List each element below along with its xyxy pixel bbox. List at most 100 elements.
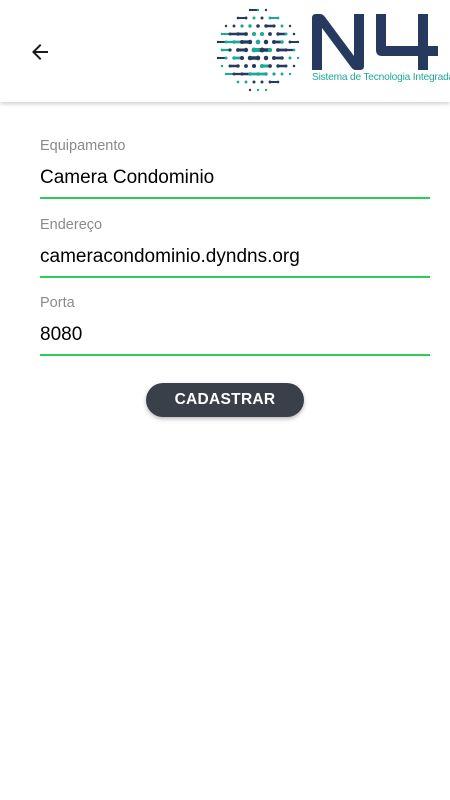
field-underline [40, 275, 430, 278]
logo-dot [232, 72, 236, 76]
logo-dot [272, 56, 276, 60]
field-underline [40, 197, 430, 199]
logo-dot [259, 63, 265, 69]
logo-dot [244, 16, 248, 20]
logo-dot [228, 32, 232, 36]
logo-dot [232, 40, 236, 44]
logo-dot [256, 24, 260, 28]
logo-dot [251, 47, 257, 53]
logo-dot [220, 48, 224, 52]
logo-dot [264, 8, 268, 12]
app-header: Sistema de Tecnologia Integrada [0, 0, 450, 102]
logo-dot [252, 16, 256, 20]
logo-dot [244, 64, 248, 68]
logo-dot [268, 64, 272, 68]
logo-dot [296, 40, 300, 44]
logo-dot [296, 56, 300, 60]
logo-dot [259, 47, 265, 53]
logo-dot [243, 47, 249, 53]
logo-dot [288, 56, 292, 60]
logo-dot [272, 72, 276, 76]
logo-dot [292, 64, 296, 68]
logo-dot [268, 32, 272, 36]
logo-dot [288, 40, 292, 44]
logo-dot [232, 56, 236, 60]
arrow-left-icon [32, 44, 48, 60]
logo-dot [256, 88, 260, 92]
field-label-endereco: Endereço [40, 216, 103, 233]
logo-dot [255, 39, 261, 45]
logo-dot [284, 32, 288, 36]
field-endereco: Endereço [40, 215, 430, 294]
logo-dot [251, 63, 257, 69]
logo-dot [276, 16, 280, 20]
logo-dot [236, 80, 240, 84]
cadastrar-button[interactable]: CADASTRAR [146, 383, 304, 417]
logo-dot [232, 24, 236, 28]
logo-dot [244, 80, 248, 84]
logo-dot [272, 24, 276, 28]
logo-tagline: Sistema de Tecnologia Integrada [312, 72, 450, 83]
porta-input[interactable] [40, 322, 430, 348]
logo-dot [264, 72, 268, 76]
logo-dot [280, 72, 284, 76]
equipamento-input[interactable] [40, 165, 430, 191]
logo-dot [224, 56, 228, 60]
logo-dot [268, 80, 272, 84]
logo-dot [240, 24, 244, 28]
logo-dot [224, 40, 228, 44]
logo-dot [259, 31, 265, 37]
logo-dot [240, 56, 244, 60]
logo-dot [228, 48, 232, 52]
logo-dot [264, 88, 268, 92]
logo-dot [240, 40, 244, 44]
logo-dot [260, 16, 264, 20]
logo-dot [216, 40, 220, 44]
logo-dot [256, 8, 260, 12]
logo-dot [236, 64, 240, 68]
logo-dot [220, 32, 224, 36]
logo-wordmark [312, 14, 438, 70]
logo-dot [292, 48, 296, 52]
logo-dot [247, 55, 253, 61]
logo-dot [267, 47, 273, 53]
logo-dot [280, 56, 284, 60]
logo-dot [251, 31, 257, 37]
logo-dot [248, 88, 252, 92]
logo-dot [288, 72, 292, 76]
field-label-equipamento: Equipamento [40, 138, 126, 154]
logo-dot [220, 64, 224, 68]
logo-dot [284, 64, 288, 68]
logo-dot [240, 72, 244, 76]
logo-dot [244, 32, 248, 36]
field-underline [40, 354, 430, 356]
logo-dot [288, 24, 292, 28]
logo-dot [276, 80, 280, 84]
logo-dot [256, 72, 260, 76]
logo-dot [292, 32, 296, 36]
logo-dot [255, 55, 261, 61]
logo-sphere-icon [216, 8, 300, 92]
logo-dot [252, 80, 256, 84]
logo-dot [224, 72, 228, 76]
logo-dot [248, 72, 252, 76]
logo-dot [276, 32, 280, 36]
field-equipamento: Equipamento [40, 136, 430, 215]
logo-dot [236, 16, 240, 20]
logo-dot [260, 80, 264, 84]
logo-dot [236, 32, 240, 36]
back-button[interactable] [20, 32, 60, 72]
logo-dot [276, 64, 280, 68]
logo-dot [228, 64, 232, 68]
logo-dot [284, 48, 288, 52]
endereco-input[interactable] [40, 243, 430, 270]
logo-dot [264, 24, 268, 28]
logo-dot [224, 24, 228, 28]
logo-dot [272, 40, 276, 44]
logo-dot [280, 24, 284, 28]
logo-dot [268, 16, 272, 20]
logo-dot [247, 39, 253, 45]
logo-dot [263, 39, 269, 45]
logo-dot [216, 56, 220, 60]
logo-dot [263, 55, 269, 61]
